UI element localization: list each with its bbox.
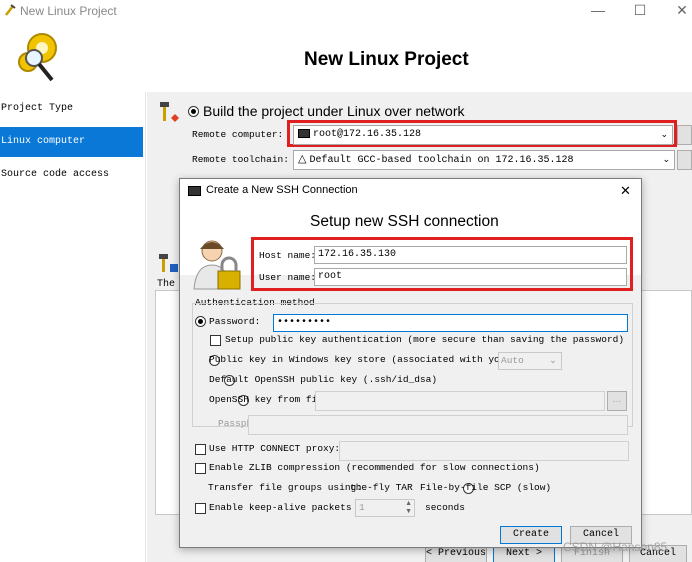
keepalive-label: Enable keep-alive packets eve xyxy=(209,502,375,513)
http-proxy-label: Use HTTP CONNECT proxy: xyxy=(209,443,341,454)
create-button[interactable]: Create xyxy=(500,526,562,544)
dialog-heading: Setup new SSH connection xyxy=(310,213,499,230)
sidebar-item-source-code-access[interactable]: Source code access xyxy=(0,160,143,190)
wizard-header: New Linux Project xyxy=(0,22,692,92)
transfer-label: Transfer file groups using: xyxy=(208,482,362,493)
chevron-down-icon: ⌄ xyxy=(660,130,668,140)
passphrase-input[interactable] xyxy=(248,415,628,435)
window-title: New Linux Project xyxy=(20,4,117,18)
setup-pubkey-checkbox[interactable] xyxy=(210,335,221,346)
user-name-label: User name: xyxy=(259,272,317,283)
minimize-button[interactable]: — xyxy=(588,2,608,18)
transfer-option-scp-label: File-by-file SCP (slow) xyxy=(420,482,552,493)
wizard-sidebar: Project Type Linux computer selection So… xyxy=(0,92,146,562)
password-input[interactable]: ••••••••• xyxy=(273,314,628,332)
hammer-icon xyxy=(157,100,181,124)
openssh-file-input[interactable] xyxy=(315,391,605,411)
toolchain-settings-button[interactable] xyxy=(677,150,692,170)
keepalive-value: 1 xyxy=(359,502,365,513)
setup-pubkey-label: Setup public key authentication (more se… xyxy=(225,334,625,345)
app-icon xyxy=(4,3,16,17)
monitor-icon xyxy=(298,128,310,138)
seconds-label: seconds xyxy=(425,502,465,513)
dialog-title: Create a New SSH Connection xyxy=(206,184,358,196)
hammer-icon xyxy=(157,252,179,274)
pubkey-windows-label: Public key in Windows key store (associa… xyxy=(209,354,529,365)
maximize-button[interactable]: ☐ xyxy=(630,2,650,19)
add-computer-button[interactable] xyxy=(677,125,692,145)
password-radio[interactable] xyxy=(195,316,206,327)
remote-toolchain-label: Remote toolchain: xyxy=(192,154,289,165)
dialog-close-button[interactable]: ✕ xyxy=(620,183,631,199)
chevron-down-icon: ⌄ xyxy=(549,355,557,366)
sidebar-item-linux-computer-selection[interactable]: Linux computer selection xyxy=(0,127,143,177)
stepper-arrows-icon[interactable]: ▲ ▼ xyxy=(405,500,412,516)
build-network-radio[interactable] xyxy=(188,106,199,117)
remote-toolchain-value: Default GCC-based toolchain on 172.16.35… xyxy=(309,155,574,166)
default-openssh-label: Default OpenSSH public key (.ssh/id_dsa) xyxy=(209,374,438,385)
remote-computer-label: Remote computer: xyxy=(192,129,284,140)
password-label: Password: xyxy=(209,316,261,327)
close-button[interactable]: ✕ xyxy=(672,2,692,19)
chevron-down-icon: ⌄ xyxy=(662,155,670,165)
http-proxy-checkbox[interactable] xyxy=(195,444,206,455)
user-lock-icon xyxy=(192,237,248,293)
ssh-connection-dialog: Create a New SSH Connection ✕ Setup new … xyxy=(179,178,642,548)
window-title-bar: New Linux Project — ☐ ✕ xyxy=(0,0,692,22)
remote-computer-select[interactable]: root@172.16.35.128 ⌄ xyxy=(293,125,673,145)
wizard-logo-icon xyxy=(8,26,68,86)
zlib-checkbox[interactable] xyxy=(195,463,206,474)
http-proxy-input[interactable] xyxy=(339,441,629,461)
keepalive-stepper[interactable]: 1 ▲ ▼ xyxy=(355,499,415,517)
remote-toolchain-select[interactable]: △ Default GCC-based toolchain on 172.16.3… xyxy=(293,150,675,170)
host-name-label: Host name: xyxy=(259,250,317,261)
user-name-input[interactable]: root xyxy=(314,268,627,286)
build-network-label: Build the project under Linux over netwo… xyxy=(203,103,465,119)
host-name-input[interactable]: 172.16.35.130 xyxy=(314,246,627,264)
terminal-icon xyxy=(188,186,201,196)
pubkey-windows-select-value: Auto xyxy=(501,355,524,366)
pubkey-windows-select[interactable]: Auto ⌄ xyxy=(498,352,562,370)
toolchain-icon: △ xyxy=(298,154,307,166)
keepalive-checkbox[interactable] xyxy=(195,503,206,514)
wizard-title: New Linux Project xyxy=(304,49,469,70)
dialog-title-bar: Create a New SSH Connection ✕ xyxy=(180,179,641,203)
sidebar-item-project-type[interactable]: Project Type xyxy=(0,94,143,124)
remote-computer-value: root@172.16.35.128 xyxy=(313,129,422,140)
watermark-text: CSDN @Hanson85 xyxy=(563,540,668,554)
openssh-browse-button[interactable]: ... xyxy=(607,391,627,411)
transfer-option-tar-label: the-fly TAR xyxy=(350,482,413,493)
zlib-label: Enable ZLIB compression (recommended for… xyxy=(209,462,540,473)
